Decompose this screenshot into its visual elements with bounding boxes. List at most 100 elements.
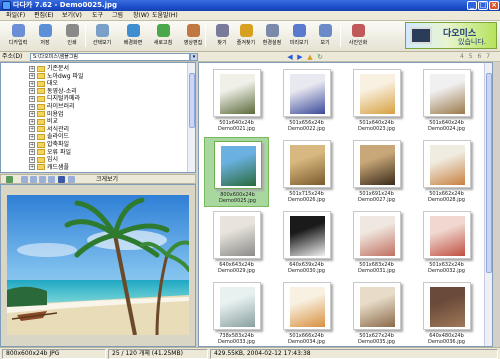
- thumbnail-picture: [360, 145, 395, 185]
- thumbnail-item[interactable]: 640x480x24b Demo0036.jpg: [414, 279, 479, 346]
- thumbnail-item[interactable]: 501x666x24b Demo0034.jpg: [274, 279, 339, 346]
- thumbnail-item[interactable]: 501x627x24b Demo0035.jpg: [344, 279, 409, 346]
- folder-tree-scrollbar[interactable]: [187, 63, 195, 172]
- address-dropdown-icon[interactable]: ▾: [190, 53, 198, 61]
- toolbar-button[interactable]: 미리보기: [287, 24, 311, 50]
- thumbnail-item[interactable]: 501x640x24b Demo0023.jpg: [344, 66, 409, 136]
- folder-name: 캐드샘플: [47, 163, 70, 171]
- thumbnail-item[interactable]: 640x643x24b Demo0029.jpg: [204, 208, 269, 278]
- folder-name: 오류 파일: [47, 148, 71, 156]
- maximize-button[interactable]: □: [478, 1, 488, 10]
- thumbnail-filename: Demo0026.jpg: [288, 197, 325, 203]
- address-input[interactable]: S:\다오미스\샘플그림: [30, 53, 190, 61]
- promo-banner[interactable]: 다오미스 있습니다.: [405, 22, 497, 49]
- folder-name: 임시: [47, 156, 59, 164]
- thumbnail-picture: [430, 145, 465, 185]
- folder-icon: [37, 103, 45, 110]
- toolbar-button[interactable]: 영상편집: [181, 24, 205, 50]
- preview-fit-icon[interactable]: [6, 176, 13, 183]
- minimize-button[interactable]: _: [467, 1, 477, 10]
- expand-toggle-icon[interactable]: +: [29, 133, 35, 140]
- menu-item[interactable]: 보기(V): [62, 11, 82, 21]
- forward-arrow-icon[interactable]: ▶: [296, 53, 304, 61]
- thumbnail-picture: [290, 145, 325, 185]
- expand-toggle-icon[interactable]: +: [29, 141, 35, 148]
- thumbnail-item[interactable]: 501x656x24b Demo0022.jpg: [274, 66, 339, 136]
- select-view-icon: [95, 24, 109, 37]
- toolbar-button[interactable]: 환경설정: [260, 24, 284, 50]
- menu-item[interactable]: 창(W): [133, 11, 149, 21]
- thumbnail-item[interactable]: 501x632x24b Demo0032.jpg: [414, 208, 479, 278]
- thumbnail-image: [423, 140, 471, 188]
- address-label: 주소(D): [2, 53, 23, 60]
- thumbnail-filename: Demo0033.jpg: [218, 339, 255, 345]
- expand-toggle-icon[interactable]: +: [29, 156, 35, 163]
- fullscreen-icon[interactable]: [58, 176, 65, 183]
- rotate-left-icon[interactable]: [39, 176, 46, 183]
- toolbar-button[interactable]: 디카입력: [6, 24, 30, 50]
- scroll-thumb[interactable]: [189, 73, 195, 128]
- toolbar-button[interactable]: 인쇄: [60, 24, 84, 50]
- folder-name: 비교: [47, 118, 59, 126]
- up-folder-icon[interactable]: ▲: [306, 53, 314, 61]
- menu-item[interactable]: 도움말(H): [152, 11, 178, 21]
- thumbnail-image: [353, 140, 401, 188]
- toolbar-button[interactable]: 찾기: [210, 24, 234, 50]
- menu-item[interactable]: 편집(E): [34, 11, 54, 21]
- toolbar-button[interactable]: 선택보기: [90, 24, 114, 50]
- preview-image[interactable]: [7, 195, 189, 335]
- toolbar-button[interactable]: 저장: [33, 24, 57, 50]
- thumbnail-scrollbar[interactable]: [484, 63, 492, 346]
- menu-item[interactable]: 도구: [92, 11, 103, 21]
- toolbar-button[interactable]: 새로고침: [151, 24, 175, 50]
- refresh-small-icon[interactable]: ↻: [316, 53, 324, 61]
- thumbnail-picture: [290, 74, 325, 114]
- zoom-in-icon[interactable]: [21, 176, 28, 183]
- toolbar-button[interactable]: 보기: [313, 24, 337, 50]
- expand-toggle-icon[interactable]: +: [29, 164, 35, 171]
- thumbnail-item[interactable]: 501x691x24b Demo0027.jpg: [344, 137, 409, 207]
- rotate-right-icon[interactable]: [48, 176, 55, 183]
- thumbnail-image: [283, 282, 331, 330]
- thumbnail-item[interactable]: 501x662x24b Demo0028.jpg: [414, 137, 479, 207]
- zoom-out-icon[interactable]: [30, 176, 37, 183]
- expand-toggle-icon[interactable]: +: [29, 88, 35, 95]
- thumbnail-picture: [290, 287, 325, 327]
- expand-toggle-icon[interactable]: +: [29, 80, 35, 87]
- status-count: 25 / 120 개체 (41.25MB): [108, 349, 208, 359]
- back-arrow-icon[interactable]: ◀: [286, 53, 294, 61]
- page-numbers[interactable]: 4 5 6 7: [460, 52, 490, 62]
- image-edit-icon: [186, 24, 200, 37]
- folder-name: 압축파일: [47, 141, 70, 148]
- thumbnail-filename: Demo0023.jpg: [358, 126, 395, 132]
- menu-item[interactable]: 그림: [112, 11, 123, 21]
- toolbar-button[interactable]: 즐겨찾기: [234, 24, 258, 50]
- expand-toggle-icon[interactable]: +: [29, 95, 35, 102]
- banner-subtitle: 있습니다.: [458, 38, 486, 46]
- expand-toggle-icon[interactable]: +: [29, 118, 35, 125]
- expand-toggle-icon[interactable]: +: [29, 126, 35, 133]
- scroll-thumb[interactable]: [486, 73, 492, 273]
- expand-toggle-icon[interactable]: +: [29, 73, 35, 80]
- thumbnail-item[interactable]: 501x640x24b Demo0024.jpg: [414, 66, 479, 136]
- thumbnail-image: [283, 140, 331, 188]
- thumbnail-item[interactable]: 501x683x24b Demo0031.jpg: [344, 208, 409, 278]
- address-bar: 주소(D) S:\다오미스\샘플그림 ▾ ◀ ▶ ▲ ↻ 4 5 6 7: [0, 52, 500, 62]
- thumbnail-image: [283, 211, 331, 259]
- thumbnail-item[interactable]: 501x715x24b Demo0026.jpg: [274, 137, 339, 207]
- menu-item[interactable]: 파일(F): [6, 11, 25, 21]
- folder-tree-item[interactable]: + 캐드샘플: [29, 164, 69, 172]
- expand-toggle-icon[interactable]: +: [29, 103, 35, 110]
- close-button[interactable]: ×: [489, 1, 499, 10]
- folder-icon: [37, 118, 45, 125]
- thumbnail-item[interactable]: 501x640x24b Demo0021.jpg: [204, 66, 269, 136]
- expand-toggle-icon[interactable]: +: [29, 111, 35, 118]
- thumbnail-item[interactable]: 640x639x24b Demo0030.jpg: [274, 208, 339, 278]
- thumbnail-item[interactable]: 738x583x24b Demo0033.jpg: [204, 279, 269, 346]
- thumbnail-item[interactable]: 800x600x24b Demo0025.jpg: [204, 137, 269, 207]
- expand-toggle-icon[interactable]: +: [29, 65, 35, 72]
- actual-size-icon[interactable]: [68, 176, 75, 183]
- expand-toggle-icon[interactable]: +: [29, 149, 35, 156]
- toolbar-button[interactable]: 사진인화: [346, 24, 370, 50]
- toolbar-button[interactable]: 배경화면: [121, 24, 145, 50]
